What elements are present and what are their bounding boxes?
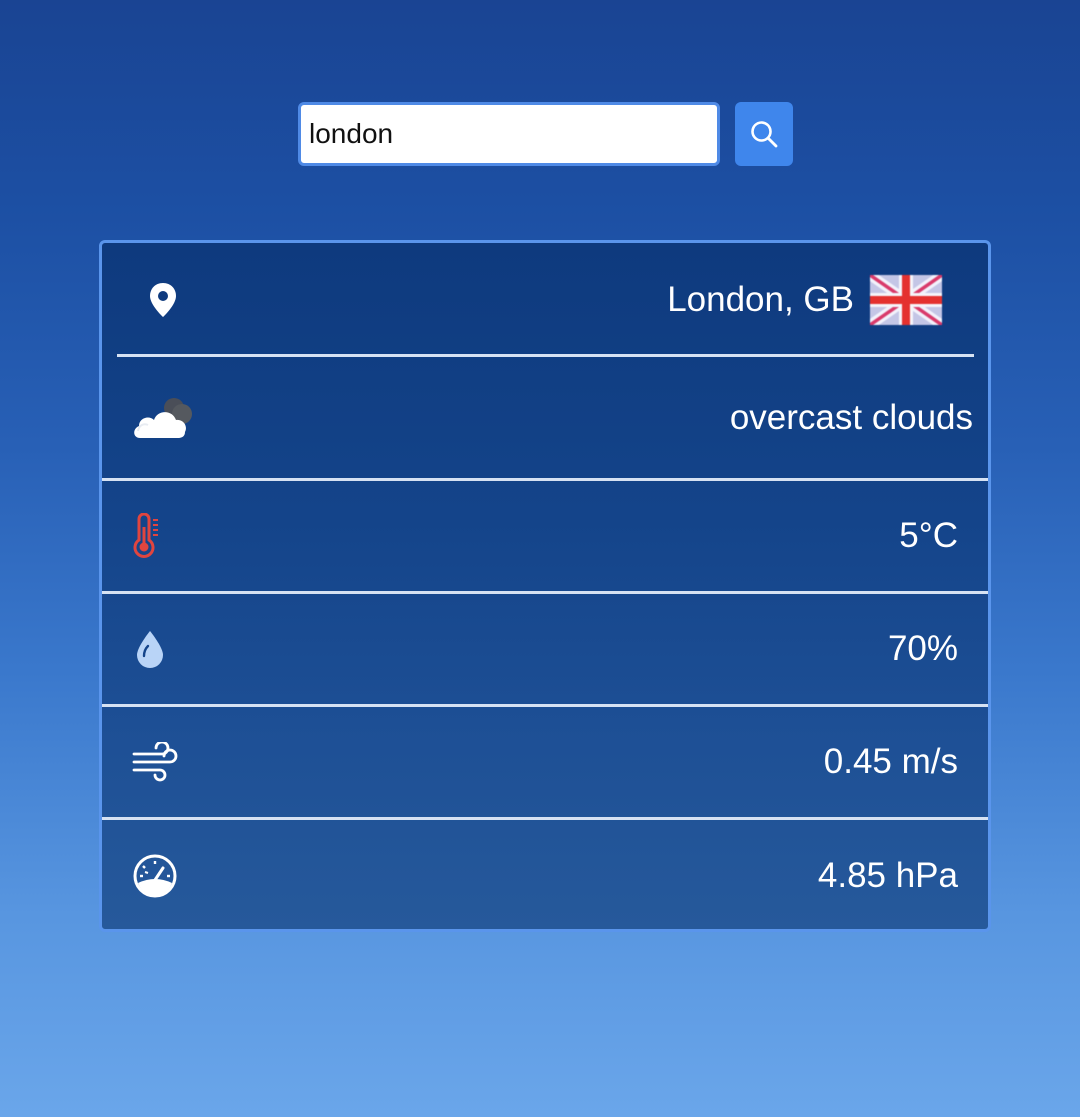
overcast-clouds-icon [130, 394, 198, 442]
search-button[interactable] [735, 102, 793, 166]
temperature-text: 5°C [899, 516, 958, 555]
location-text: London, GB [667, 279, 854, 319]
humidity-text: 70% [887, 629, 958, 668]
pressure-row: 4.85 hPa [102, 820, 988, 929]
description-text: overcast clouds [729, 397, 973, 437]
search-icon [751, 121, 778, 148]
gauge-icon [132, 853, 178, 899]
uk-flag-icon [867, 270, 945, 329]
description-row: overcast clouds [102, 357, 988, 478]
search-bar [298, 102, 793, 166]
location-pin-icon [148, 282, 178, 318]
humidity-row: 70% [102, 594, 988, 704]
weather-card: London, GB overcast clouds 5°C 70% 0.45 … [99, 240, 991, 932]
location-row: London, GB [102, 243, 988, 356]
wind-row: 0.45 m/s [102, 707, 988, 817]
temperature-row: 5°C [102, 481, 988, 591]
pressure-text: 4.85 hPa [817, 856, 958, 895]
water-drop-icon [135, 630, 165, 668]
wind-text: 0.45 m/s [823, 742, 958, 781]
wind-icon [132, 742, 178, 782]
search-input[interactable] [298, 102, 720, 166]
thermometer-icon [132, 513, 162, 559]
